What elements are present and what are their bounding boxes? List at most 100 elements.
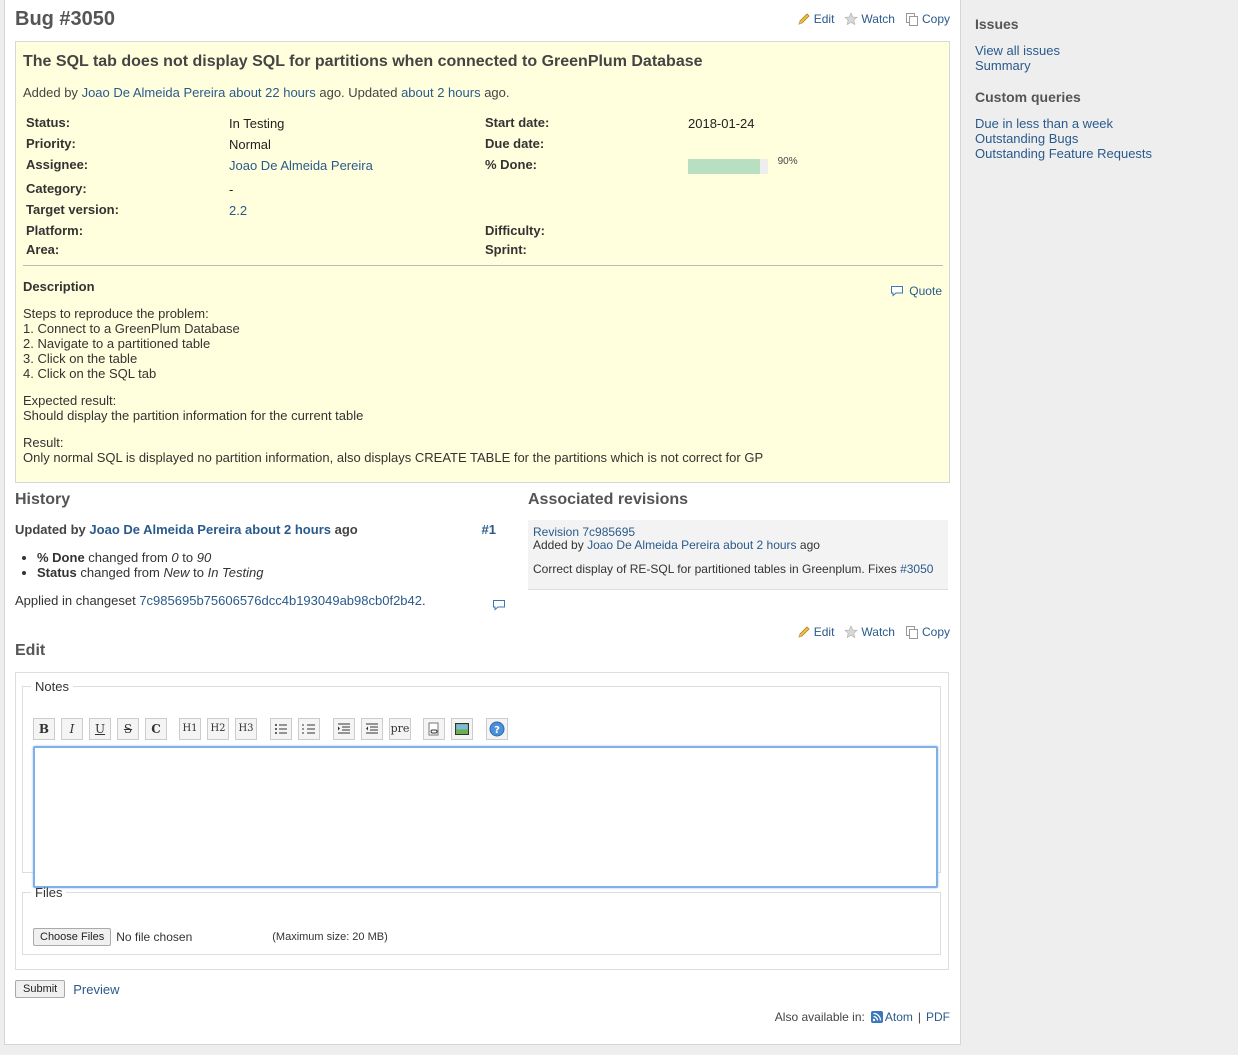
italic-button[interactable]: I — [61, 718, 83, 740]
other-formats: Also available in: Atom | PDF — [775, 1010, 950, 1024]
sidebar-summary[interactable]: Summary — [975, 58, 1031, 73]
strikethrough-button[interactable]: S — [117, 718, 139, 740]
preformatted-button[interactable]: pre — [389, 718, 411, 740]
outdent-button[interactable] — [361, 718, 383, 740]
journal-user-link[interactable]: Joao De Almeida Pereira — [89, 522, 241, 537]
indent-icon — [338, 723, 350, 734]
link-page-button[interactable] — [423, 718, 445, 740]
inline-code-button[interactable]: C — [145, 718, 167, 740]
sidebar-query-due-soon[interactable]: Due in less than a week — [975, 116, 1113, 131]
assignee-link[interactable]: Joao De Almeida Pereira — [229, 158, 373, 173]
area-label: Area: — [26, 242, 60, 257]
help-button[interactable]: ? — [486, 718, 508, 740]
edit-link[interactable]: Edit — [797, 625, 834, 639]
step-3: 3. Click on the table — [23, 351, 138, 366]
numbered-list-icon — [302, 724, 315, 734]
watch-link[interactable]: Watch — [844, 625, 895, 639]
watch-label: Watch — [861, 625, 895, 639]
target-version-link[interactable]: 2.2 — [229, 203, 247, 218]
change-to-word: to — [182, 550, 194, 565]
change-from: New — [163, 565, 190, 580]
target-version-label: Target version: — [26, 202, 119, 217]
edit-link[interactable]: Edit — [797, 12, 835, 26]
status-value: In Testing — [229, 116, 285, 131]
star-icon — [844, 12, 859, 26]
atom-link[interactable]: Atom — [885, 1010, 913, 1024]
no-file-text: No file chosen — [116, 930, 193, 944]
revision-fix-link[interactable]: #3050 — [900, 562, 933, 576]
speech-bubble-icon[interactable] — [492, 599, 506, 611]
sidebar-query-outstanding-bugs[interactable]: Outstanding Bugs — [975, 131, 1078, 146]
ordered-list-button[interactable] — [298, 718, 320, 740]
revision-user-link[interactable]: Joao De Almeida Pereira — [587, 538, 720, 552]
sidebar-query-feature-requests[interactable]: Outstanding Feature Requests — [975, 146, 1152, 161]
journal-updated-by: Updated by — [15, 522, 86, 537]
copy-link[interactable]: Copy — [905, 625, 950, 639]
heading3-button[interactable]: H3 — [235, 718, 257, 740]
pencil-icon — [798, 626, 810, 638]
choose-files-button[interactable]: Choose Files — [33, 928, 112, 946]
changeset-link[interactable]: 7c985695b75606576dcc4b193049ab98cb0f2b42 — [139, 593, 422, 608]
pencil-icon — [798, 13, 810, 25]
journal-time-link[interactable]: about 2 hours — [245, 522, 331, 537]
notes-legend: Notes — [35, 679, 69, 694]
image-button[interactable] — [451, 718, 473, 740]
issue-heading: Bug #3050 — [15, 8, 116, 30]
revision-link[interactable]: Revision 7c985695 — [533, 525, 635, 539]
applied-suffix: . — [422, 593, 426, 608]
step-4: 4. Click on the SQL tab — [23, 366, 157, 381]
unordered-list-button[interactable] — [270, 718, 292, 740]
journal-note-link[interactable]: #1 — [482, 522, 496, 537]
expected-text: Should display the partition information… — [23, 408, 364, 423]
svg-text:?: ? — [494, 725, 500, 736]
wiki-link-icon — [428, 722, 439, 736]
author-link[interactable]: Joao De Almeida Pereira — [82, 85, 226, 100]
other-formats-label: Also available in: — [774, 1010, 865, 1024]
quote-label: Quote — [909, 284, 942, 298]
copy-icon — [905, 626, 918, 639]
image-icon — [455, 723, 469, 735]
revisions-heading: Associated revisions — [528, 491, 689, 508]
journal-entry: Updated by Joao De Almeida Pereira about… — [15, 522, 510, 611]
submit-button[interactable]: Submit — [15, 980, 66, 998]
due-date-label: Due date: — [485, 136, 545, 151]
edit-label: Edit — [813, 12, 835, 26]
notes-textarea[interactable] — [33, 746, 938, 888]
applied-prefix: Applied in changeset — [15, 593, 136, 608]
preview-link[interactable]: Preview — [73, 982, 119, 997]
issue-actions-bottom: Edit Watch Copy — [791, 625, 950, 639]
bold-button[interactable]: B — [33, 718, 55, 740]
heading2-button[interactable]: H2 — [207, 718, 229, 740]
revision-time-link[interactable]: about 2 hours — [723, 538, 796, 552]
updated-time-link[interactable]: about 2 hours — [401, 85, 481, 100]
progress-bar — [688, 159, 768, 175]
revision-header: Revision 7c985695 — [533, 525, 635, 539]
platform-label: Platform: — [26, 223, 84, 238]
applied-changeset: Applied in changeset 7c985695b75606576dc… — [15, 593, 510, 608]
star-icon — [844, 625, 859, 639]
issue-author-line: Added by Joao De Almeida Pereira about 2… — [23, 85, 510, 100]
change-field: Status — [37, 565, 77, 580]
copy-link[interactable]: Copy — [905, 12, 950, 26]
journal-ago: ago — [334, 522, 358, 537]
category-value: - — [229, 182, 234, 197]
result-text: Only normal SQL is displayed no partitio… — [23, 450, 764, 465]
underline-button[interactable]: U — [89, 718, 111, 740]
sidebar-view-all-issues[interactable]: View all issues — [975, 43, 1060, 58]
quote-link[interactable]: Quote — [890, 284, 942, 298]
updated-mid: ago. Updated — [319, 85, 398, 100]
pdf-link[interactable]: PDF — [926, 1010, 950, 1024]
edit-form: Notes B I U S C H1 H2 H3 pre ? Files Cho… — [15, 672, 949, 970]
indent-button[interactable] — [333, 718, 355, 740]
added-time-link[interactable]: about 22 hours — [229, 85, 316, 100]
heading1-button[interactable]: H1 — [179, 718, 201, 740]
divider — [23, 265, 943, 266]
format-separator: | — [917, 1010, 921, 1024]
edit-heading: Edit — [15, 642, 46, 659]
step-1: 1. Connect to a GreenPlum Database — [23, 321, 240, 336]
files-legend: Files — [35, 885, 63, 900]
category-label: Category: — [26, 181, 87, 196]
outdent-icon — [366, 723, 378, 734]
result-title: Result: — [23, 435, 64, 450]
watch-link[interactable]: Watch — [844, 12, 895, 26]
